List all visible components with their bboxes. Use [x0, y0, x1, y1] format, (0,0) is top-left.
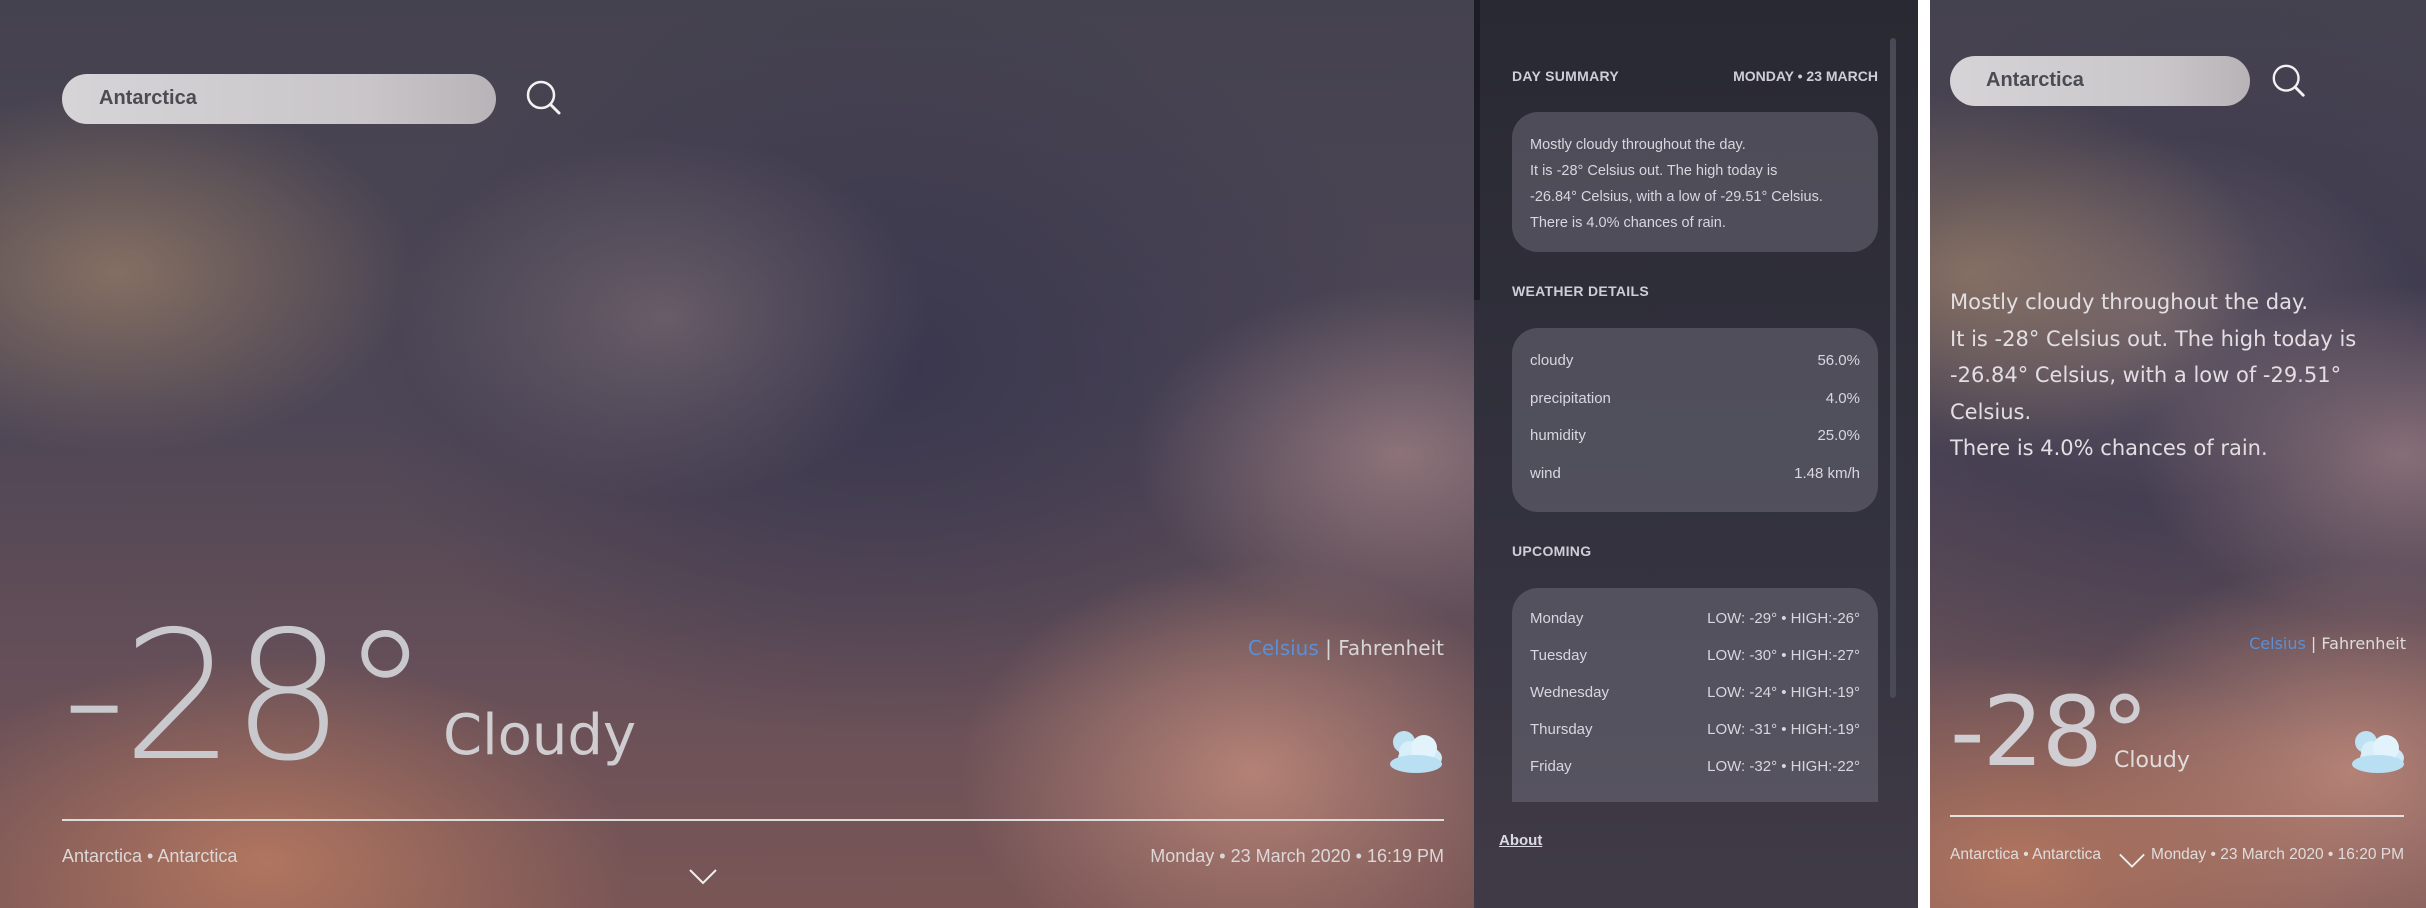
upcoming-card: Monday LOW: -29° • HIGH:-26° Tuesday LOW…: [1512, 588, 1878, 802]
details-panel: DAY SUMMARY MONDAY • 23 MARCH Mostly clo…: [1474, 0, 1918, 908]
current-condition: Cloudy: [2114, 748, 2190, 773]
detail-row: wind 1.48 km/h: [1530, 455, 1860, 493]
detail-label: wind: [1530, 464, 1561, 482]
forecast-row: Friday LOW: -32° • HIGH:-22°: [1530, 748, 1860, 785]
unit-toggle: Celsius | Fahrenheit: [2206, 634, 2406, 653]
search-input[interactable]: Antarctica: [62, 74, 496, 124]
unit-separator: |: [2310, 634, 2317, 653]
main-weather-view: Antarctica -28° Cloudy Celsius | Fahrenh…: [0, 0, 1474, 908]
summary-line: There is 4.0% chances of rain.: [1530, 215, 1726, 231]
forecast-day: Thursday: [1530, 721, 1593, 738]
partly-cloudy-icon: [2342, 722, 2408, 780]
unit-toggle: Celsius | Fahrenheit: [1144, 636, 1444, 660]
detail-value: 56.0%: [1817, 352, 1860, 370]
day-summary-heading: DAY SUMMARY: [1512, 68, 1620, 84]
fahrenheit-option[interactable]: Fahrenheit: [2321, 634, 2406, 653]
forecast-day: Monday: [1530, 610, 1584, 627]
mobile-summary: Mostly cloudy throughout the day. It is …: [1950, 284, 2410, 467]
forecast-range: LOW: -24° • HIGH:-19°: [1707, 684, 1860, 701]
fahrenheit-option[interactable]: Fahrenheit: [1338, 636, 1444, 660]
summary-line: It is -28° Celsius out. The high today i…: [1530, 163, 1778, 179]
summary-line: Mostly cloudy throughout the day.: [1530, 137, 1746, 153]
detail-label: precipitation: [1530, 389, 1611, 407]
summary-line: -26.84° Celsius, with a low of -29.51° C…: [1530, 189, 1823, 205]
forecast-day: Friday: [1530, 758, 1572, 775]
celsius-option[interactable]: Celsius: [1248, 636, 1319, 660]
location-label: Antarctica • Antarctica: [62, 846, 238, 866]
forecast-day: Tuesday: [1530, 647, 1587, 664]
panel-scrollbar[interactable]: [1890, 38, 1896, 698]
celsius-option[interactable]: Celsius: [2249, 634, 2306, 653]
weather-details-heading: WEATHER DETAILS: [1512, 283, 1649, 299]
panel-edge: [1474, 0, 1480, 300]
search-input-value: Antarctica: [99, 87, 197, 109]
detail-row: humidity 25.0%: [1530, 417, 1860, 455]
partly-cloudy-icon: [1380, 722, 1446, 780]
datetime-label: Monday • 23 March 2020 • 16:19 PM: [1150, 846, 1444, 866]
forecast-range: LOW: -30° • HIGH:-27°: [1707, 647, 1860, 664]
about-link[interactable]: About: [1499, 832, 1542, 849]
divider: [62, 819, 1444, 821]
search-input[interactable]: Antarctica: [1950, 56, 2250, 106]
forecast-row: Tuesday LOW: -30° • HIGH:-27°: [1530, 637, 1860, 674]
mobile-weather-view: Antarctica Mostly cloudy throughout the …: [1930, 0, 2426, 908]
forecast-range: LOW: -32° • HIGH:-22°: [1707, 758, 1860, 775]
search-input-value: Antarctica: [1986, 69, 2084, 91]
divider: [1950, 815, 2404, 817]
detail-value: 4.0%: [1825, 389, 1860, 407]
forecast-range: LOW: -29° • HIGH:-26°: [1707, 610, 1860, 627]
forecast-range: LOW: -31° • HIGH:-19°: [1707, 721, 1860, 738]
search-icon[interactable]: [524, 78, 564, 118]
forecast-row: Wednesday LOW: -24° • HIGH:-19°: [1530, 674, 1860, 711]
chevron-down-icon[interactable]: [688, 868, 718, 890]
day-summary-card: Mostly cloudy throughout the day. It is …: [1512, 112, 1878, 252]
detail-label: cloudy: [1530, 352, 1574, 370]
search-icon[interactable]: [2270, 62, 2308, 100]
datetime-label: Monday • 23 March 2020 • 16:20 PM: [2151, 846, 2404, 863]
chevron-down-icon[interactable]: [2118, 852, 2146, 874]
current-temperature: -28°: [62, 593, 430, 800]
location-label: Antarctica • Antarctica: [1950, 846, 2102, 863]
weather-details-card: cloudy 56.0% precipitation 4.0% humidity…: [1512, 328, 1878, 512]
upcoming-heading: UPCOMING: [1512, 543, 1592, 559]
detail-row: cloudy 56.0%: [1530, 342, 1860, 380]
summary-line: It is -28° Celsius out. The high today i…: [1950, 326, 2357, 351]
forecast-row: Monday LOW: -29° • HIGH:-26°: [1530, 600, 1860, 637]
panel-gap: [1918, 0, 1930, 908]
detail-value: 25.0%: [1817, 427, 1860, 445]
detail-value: 1.48 km/h: [1794, 464, 1860, 482]
detail-row: precipitation 4.0%: [1530, 380, 1860, 418]
current-condition: Cloudy: [443, 703, 637, 768]
day-summary-date: MONDAY • 23 MARCH: [1733, 68, 1878, 84]
forecast-row: Thursday LOW: -31° • HIGH:-19°: [1530, 711, 1860, 748]
unit-separator: |: [1325, 636, 1332, 660]
summary-line: -26.84° Celsius, with a low of -29.51° C…: [1950, 363, 2342, 424]
summary-line: There is 4.0% chances of rain.: [1950, 436, 2268, 460]
summary-line: Mostly cloudy throughout the day.: [1950, 290, 2309, 314]
forecast-day: Wednesday: [1530, 684, 1609, 701]
detail-label: humidity: [1530, 427, 1586, 445]
